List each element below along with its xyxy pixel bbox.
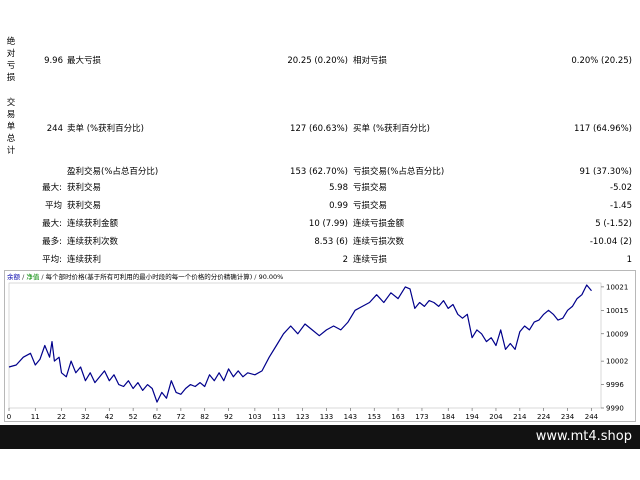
stat-row-left-label: 获利交易: [67, 201, 102, 211]
site-watermark: www.mt4.shop: [535, 429, 632, 444]
y-tick-label: 10015: [606, 307, 628, 315]
y-tick-label: 10002: [606, 358, 628, 366]
y-tick-label: 10021: [606, 283, 628, 291]
stat-row-left-value: 10 (7.99): [308, 219, 348, 229]
bottom-margin: [0, 449, 640, 480]
x-tick-label: 82: [200, 413, 209, 421]
loss-trades-label: 亏损交易(%占总百分比): [353, 167, 445, 177]
abs-drawdown-vertical-label: 绝 对 亏 损: [6, 37, 16, 83]
x-tick-label: 92: [224, 413, 233, 421]
total-trades-value: 244: [46, 124, 63, 134]
stat-row-left-label: 连续获利次数: [67, 237, 119, 247]
trades-total-vertical-label: 交 易 单 总 计: [6, 98, 16, 156]
stat-row-right-value: -10.04 (2): [589, 237, 632, 247]
x-tick-label: 244: [585, 413, 599, 421]
stat-row-right-label: 连续亏损: [353, 255, 388, 265]
stat-row-left-label: 获利交易: [67, 183, 102, 193]
profit-trades-label: 盈利交易(%占总百分比): [67, 167, 159, 177]
stat-row-prefix: 最大:: [42, 183, 62, 193]
x-tick-label: 153: [368, 413, 381, 421]
rel-drawdown-value: 0.20% (20.25): [571, 56, 632, 66]
stat-row-prefix: 平均: [44, 201, 62, 211]
x-tick-label: 32: [81, 413, 90, 421]
stat-row-left-value: 8.53 (6): [314, 237, 348, 247]
footer-bar: www.mt4.shop: [0, 425, 640, 449]
y-tick-label: 9990: [606, 405, 624, 413]
balance-chart-panel: 余额 / 净值 / 每个部时价格(基于所有可利用的最小时段的每一个价格的分价精确…: [4, 270, 636, 422]
abs-drawdown-value: 9.96: [44, 56, 63, 66]
x-tick-label: 173: [415, 413, 428, 421]
x-tick-label: 0: [7, 413, 11, 421]
balance-series-line: [8, 284, 592, 403]
short-positions-label: 卖单 (%获利百分比): [67, 124, 144, 134]
stat-row-right-value: 1: [626, 255, 632, 265]
x-tick-label: 184: [442, 413, 456, 421]
stat-row-left-value: 2: [342, 255, 348, 265]
stat-row-prefix: 平均:: [42, 255, 62, 265]
x-tick-label: 234: [561, 413, 575, 421]
stat-row-prefix: 最多:: [42, 237, 62, 247]
x-tick-label: 194: [465, 413, 479, 421]
loss-trades-value: 91 (37.30%): [579, 167, 632, 177]
balance-line-chart: 9990 9996 10002 10009 10015 10021 0 11 22 32 42 52…: [7, 282, 628, 421]
x-tick-label: 113: [272, 413, 285, 421]
long-positions-label: 买单 (%获利百分比): [353, 124, 430, 134]
max-drawdown-value: 20.25 (0.20%): [287, 56, 348, 66]
stat-row-left-label: 连续获利: [67, 255, 102, 265]
y-tick-label: 10009: [606, 330, 628, 338]
x-tick-label: 133: [320, 413, 333, 421]
stat-row-left-value: 0.99: [329, 201, 348, 211]
x-tick-label: 52: [129, 413, 138, 421]
x-tick-label: 123: [296, 413, 309, 421]
x-tick-label: 143: [344, 413, 357, 421]
max-drawdown-label: 最大亏损: [67, 56, 102, 66]
x-tick-label: 224: [537, 413, 551, 421]
stat-row-left-value: 5.98: [329, 183, 348, 193]
rel-drawdown-label: 相对亏损: [353, 56, 388, 66]
x-tick-label: 22: [57, 413, 66, 421]
x-tick-label: 163: [391, 413, 404, 421]
stat-row-right-label: 连续亏损次数: [353, 237, 405, 247]
stat-row-right-value: -1.45: [610, 201, 632, 211]
x-tick-label: 214: [513, 413, 527, 421]
stat-row-right-label: 亏损交易: [353, 183, 388, 193]
x-tick-label: 11: [31, 413, 40, 421]
stat-row-right-label: 亏损交易: [353, 201, 388, 211]
x-tick-label: 42: [105, 413, 114, 421]
stat-row-prefix: 最大:: [42, 219, 62, 229]
x-tick-label: 204: [489, 413, 503, 421]
x-tick-label: 72: [176, 413, 185, 421]
x-tick-label: 103: [248, 413, 261, 421]
stat-row-right-label: 连续亏损金额: [353, 219, 405, 229]
report-panel: 绝 对 亏 损 9.96 最大亏损 20.25 (0.20%) 相对亏损 0.2…: [0, 0, 640, 268]
stat-row-left-label: 连续获利金额: [67, 219, 119, 229]
long-positions-value: 117 (64.96%): [574, 124, 632, 134]
stat-row-right-value: 5 (-1.52): [595, 219, 632, 229]
profit-trades-value: 153 (62.70%): [290, 167, 348, 177]
y-tick-label: 9996: [606, 381, 624, 389]
x-tick-label: 62: [153, 413, 162, 421]
short-positions-value: 127 (60.63%): [290, 124, 348, 134]
stat-row-right-value: -5.02: [610, 183, 632, 193]
